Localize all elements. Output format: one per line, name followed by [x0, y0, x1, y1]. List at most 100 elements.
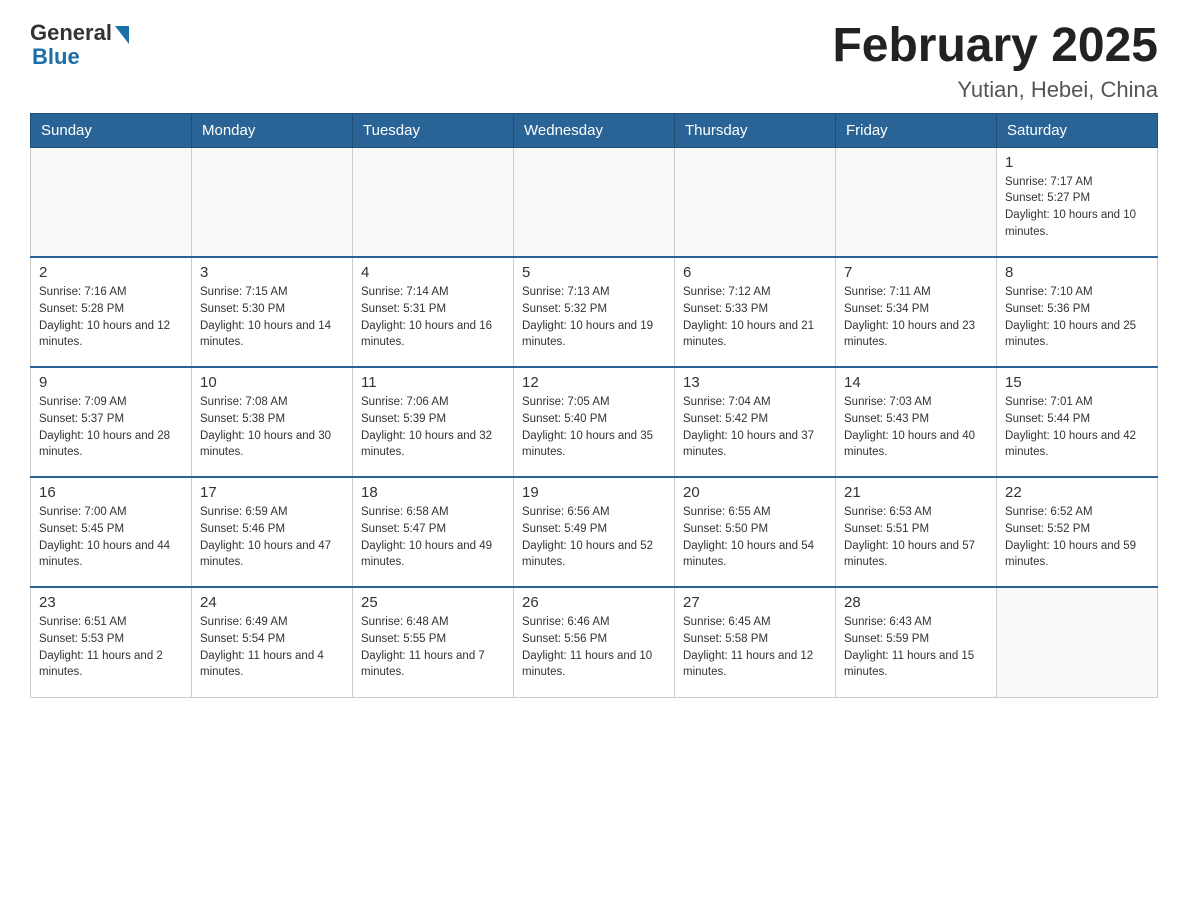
calendar-cell: 25 Sunrise: 6:48 AMSunset: 5:55 PMDayligh…	[353, 587, 514, 697]
day-info: Sunrise: 7:11 AMSunset: 5:34 PMDaylight:…	[844, 284, 988, 351]
day-info: Sunrise: 7:05 AMSunset: 5:40 PMDaylight:…	[522, 394, 666, 461]
calendar-cell: 22 Sunrise: 6:52 AMSunset: 5:52 PMDayligh…	[997, 477, 1158, 587]
day-number: 2	[39, 264, 183, 281]
calendar-cell: 7 Sunrise: 7:11 AMSunset: 5:34 PMDaylight…	[836, 257, 997, 367]
day-info: Sunrise: 6:43 AMSunset: 5:59 PMDaylight:…	[844, 614, 988, 681]
calendar-cell: 8 Sunrise: 7:10 AMSunset: 5:36 PMDaylight…	[997, 257, 1158, 367]
calendar-cell: 21 Sunrise: 6:53 AMSunset: 5:51 PMDayligh…	[836, 477, 997, 587]
day-number: 10	[200, 374, 344, 391]
day-number: 27	[683, 594, 827, 611]
calendar-cell: 15 Sunrise: 7:01 AMSunset: 5:44 PMDayligh…	[997, 367, 1158, 477]
calendar-cell	[675, 147, 836, 257]
day-info: Sunrise: 6:53 AMSunset: 5:51 PMDaylight:…	[844, 504, 988, 571]
page-title: February 2025	[832, 20, 1158, 73]
calendar-cell: 6Sunrise: 7:12 AMSunset: 5:33 PMDaylight…	[675, 257, 836, 367]
calendar-cell: 12 Sunrise: 7:05 AMSunset: 5:40 PMDayligh…	[514, 367, 675, 477]
calendar-cell	[836, 147, 997, 257]
day-number: 26	[522, 594, 666, 611]
calendar-cell: 27 Sunrise: 6:45 AMSunset: 5:58 PMDayligh…	[675, 587, 836, 697]
calendar-cell	[997, 587, 1158, 697]
day-number: 19	[522, 484, 666, 501]
day-number: 25	[361, 594, 505, 611]
day-info: Sunrise: 7:09 AMSunset: 5:37 PMDaylight:…	[39, 394, 183, 461]
day-info: Sunrise: 7:17 AMSunset: 5:27 PMDaylight:…	[1005, 174, 1149, 241]
day-info: Sunrise: 6:46 AMSunset: 5:56 PMDaylight:…	[522, 614, 666, 681]
calendar-cell: 18Sunrise: 6:58 AMSunset: 5:47 PMDayligh…	[353, 477, 514, 587]
col-monday: Monday	[192, 113, 353, 147]
day-number: 7	[844, 264, 988, 281]
day-info: Sunrise: 7:03 AMSunset: 5:43 PMDaylight:…	[844, 394, 988, 461]
calendar-cell: 10 Sunrise: 7:08 AMSunset: 5:38 PMDayligh…	[192, 367, 353, 477]
calendar-cell: 14 Sunrise: 7:03 AMSunset: 5:43 PMDayligh…	[836, 367, 997, 477]
day-number: 18	[361, 484, 505, 501]
day-info: Sunrise: 6:49 AMSunset: 5:54 PMDaylight:…	[200, 614, 344, 681]
calendar-cell: 13 Sunrise: 7:04 AMSunset: 5:42 PMDayligh…	[675, 367, 836, 477]
day-number: 22	[1005, 484, 1149, 501]
page-header: General Blue February 2025 Yutian, Hebei…	[30, 20, 1158, 103]
page-subtitle: Yutian, Hebei, China	[832, 77, 1158, 103]
day-info: Sunrise: 6:59 AMSunset: 5:46 PMDaylight:…	[200, 504, 344, 571]
calendar-week-row: 2 Sunrise: 7:16 AMSunset: 5:28 PMDaylight…	[31, 257, 1158, 367]
logo-arrow-icon	[115, 26, 129, 44]
day-number: 20	[683, 484, 827, 501]
calendar-table: Sunday Monday Tuesday Wednesday Thursday…	[30, 113, 1158, 698]
day-info: Sunrise: 7:15 AMSunset: 5:30 PMDaylight:…	[200, 284, 344, 351]
calendar-cell: 28 Sunrise: 6:43 AMSunset: 5:59 PMDayligh…	[836, 587, 997, 697]
logo-blue-text: Blue	[32, 44, 80, 70]
calendar-week-row: 1 Sunrise: 7:17 AMSunset: 5:27 PMDaylight…	[31, 147, 1158, 257]
day-info: Sunrise: 6:51 AMSunset: 5:53 PMDaylight:…	[39, 614, 183, 681]
day-info: Sunrise: 7:01 AMSunset: 5:44 PMDaylight:…	[1005, 394, 1149, 461]
calendar-header-row: Sunday Monday Tuesday Wednesday Thursday…	[31, 113, 1158, 147]
col-tuesday: Tuesday	[353, 113, 514, 147]
calendar-cell: 23Sunrise: 6:51 AMSunset: 5:53 PMDayligh…	[31, 587, 192, 697]
day-number: 28	[844, 594, 988, 611]
calendar-cell: 19 Sunrise: 6:56 AMSunset: 5:49 PMDayligh…	[514, 477, 675, 587]
title-block: February 2025 Yutian, Hebei, China	[832, 20, 1158, 103]
day-number: 12	[522, 374, 666, 391]
day-info: Sunrise: 6:56 AMSunset: 5:49 PMDaylight:…	[522, 504, 666, 571]
day-info: Sunrise: 7:10 AMSunset: 5:36 PMDaylight:…	[1005, 284, 1149, 351]
day-info: Sunrise: 7:14 AMSunset: 5:31 PMDaylight:…	[361, 284, 505, 351]
day-info: Sunrise: 6:48 AMSunset: 5:55 PMDaylight:…	[361, 614, 505, 681]
calendar-cell: 5 Sunrise: 7:13 AMSunset: 5:32 PMDaylight…	[514, 257, 675, 367]
day-number: 14	[844, 374, 988, 391]
calendar-cell: 11Sunrise: 7:06 AMSunset: 5:39 PMDayligh…	[353, 367, 514, 477]
day-number: 1	[1005, 154, 1149, 171]
logo: General Blue	[30, 20, 129, 70]
calendar-cell: 20Sunrise: 6:55 AMSunset: 5:50 PMDayligh…	[675, 477, 836, 587]
day-info: Sunrise: 7:13 AMSunset: 5:32 PMDaylight:…	[522, 284, 666, 351]
day-info: Sunrise: 7:04 AMSunset: 5:42 PMDaylight:…	[683, 394, 827, 461]
day-number: 13	[683, 374, 827, 391]
day-number: 11	[361, 374, 505, 391]
calendar-cell: 1 Sunrise: 7:17 AMSunset: 5:27 PMDaylight…	[997, 147, 1158, 257]
col-thursday: Thursday	[675, 113, 836, 147]
calendar-cell: 2 Sunrise: 7:16 AMSunset: 5:28 PMDaylight…	[31, 257, 192, 367]
day-number: 4	[361, 264, 505, 281]
day-info: Sunrise: 6:52 AMSunset: 5:52 PMDaylight:…	[1005, 504, 1149, 571]
col-saturday: Saturday	[997, 113, 1158, 147]
day-number: 24	[200, 594, 344, 611]
calendar-week-row: 9 Sunrise: 7:09 AMSunset: 5:37 PMDaylight…	[31, 367, 1158, 477]
day-number: 5	[522, 264, 666, 281]
day-info: Sunrise: 7:12 AMSunset: 5:33 PMDaylight:…	[683, 284, 827, 351]
day-number: 8	[1005, 264, 1149, 281]
col-friday: Friday	[836, 113, 997, 147]
calendar-cell	[353, 147, 514, 257]
calendar-cell: 16Sunrise: 7:00 AMSunset: 5:45 PMDayligh…	[31, 477, 192, 587]
calendar-week-row: 23Sunrise: 6:51 AMSunset: 5:53 PMDayligh…	[31, 587, 1158, 697]
day-info: Sunrise: 7:16 AMSunset: 5:28 PMDaylight:…	[39, 284, 183, 351]
day-number: 21	[844, 484, 988, 501]
calendar-cell: 3Sunrise: 7:15 AMSunset: 5:30 PMDaylight…	[192, 257, 353, 367]
col-sunday: Sunday	[31, 113, 192, 147]
calendar-cell: 17Sunrise: 6:59 AMSunset: 5:46 PMDayligh…	[192, 477, 353, 587]
day-info: Sunrise: 7:08 AMSunset: 5:38 PMDaylight:…	[200, 394, 344, 461]
calendar-cell	[31, 147, 192, 257]
calendar-cell	[192, 147, 353, 257]
day-number: 9	[39, 374, 183, 391]
calendar-cell: 9 Sunrise: 7:09 AMSunset: 5:37 PMDaylight…	[31, 367, 192, 477]
day-number: 16	[39, 484, 183, 501]
calendar-cell	[514, 147, 675, 257]
calendar-cell: 24 Sunrise: 6:49 AMSunset: 5:54 PMDayligh…	[192, 587, 353, 697]
day-number: 15	[1005, 374, 1149, 391]
day-info: Sunrise: 6:45 AMSunset: 5:58 PMDaylight:…	[683, 614, 827, 681]
